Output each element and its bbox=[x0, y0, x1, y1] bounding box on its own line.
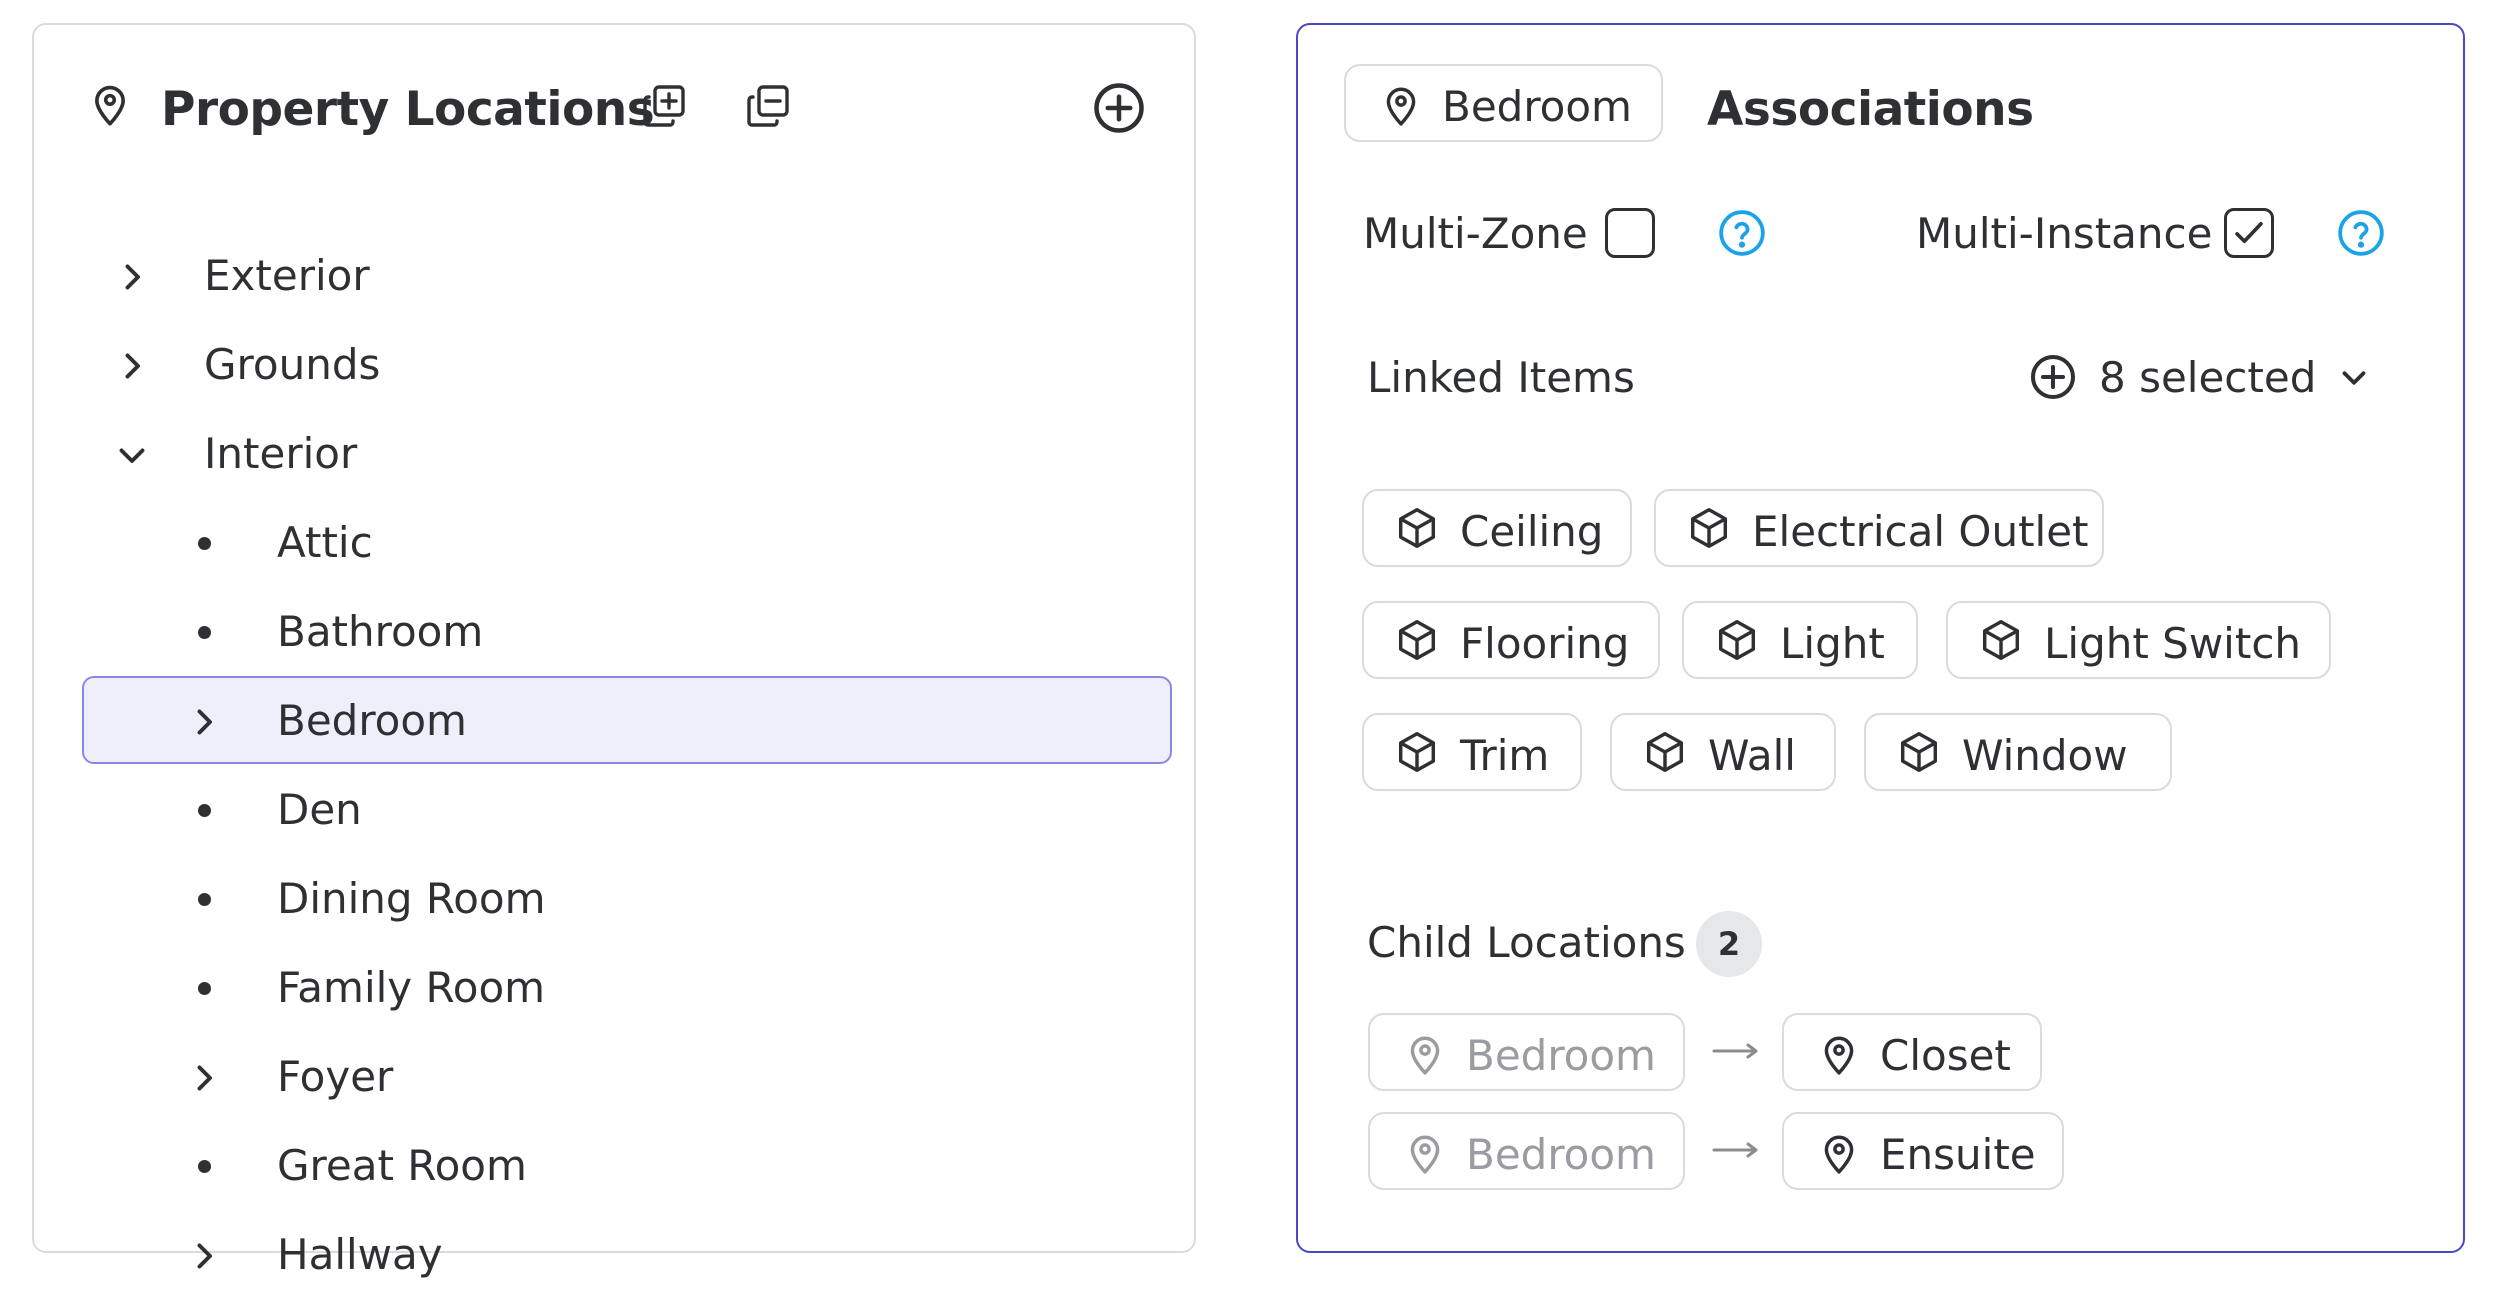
tree-item[interactable]: Attic bbox=[82, 498, 1172, 586]
linked-item-label: Flooring bbox=[1460, 619, 1630, 668]
tree-item[interactable]: Den bbox=[82, 765, 1172, 853]
cube-icon bbox=[1642, 729, 1688, 775]
bullet-icon bbox=[198, 626, 211, 639]
cube-icon bbox=[1394, 729, 1440, 775]
tree-item-label: Den bbox=[277, 785, 362, 834]
property-locations-panel: Property Locations Exterior Grounds Interi… bbox=[32, 23, 1196, 1279]
tree-item-label: Grounds bbox=[204, 340, 381, 389]
panel-title: Property Locations bbox=[161, 82, 655, 137]
tree-item-label: Hallway bbox=[277, 1230, 443, 1279]
chevron-right-icon[interactable] bbox=[114, 259, 150, 295]
tree-item-label: Bathroom bbox=[277, 607, 484, 656]
multi-zone-label: Multi-Zone bbox=[1363, 209, 1588, 258]
tree-item-label: Great Room bbox=[277, 1141, 527, 1190]
child-locations-label: Child Locations bbox=[1367, 918, 1686, 967]
chevron-right-icon[interactable] bbox=[186, 1238, 222, 1274]
bullet-icon bbox=[198, 893, 211, 906]
parent-location-label: Bedroom bbox=[1466, 1130, 1656, 1179]
collapse-all-icon[interactable] bbox=[744, 82, 792, 130]
add-circle-icon[interactable] bbox=[1092, 81, 1146, 135]
linked-item-label: Ceiling bbox=[1460, 507, 1604, 556]
bullet-icon bbox=[198, 982, 211, 995]
linked-items-label: Linked Items bbox=[1367, 353, 1635, 402]
linked-item-label: Window bbox=[1962, 731, 2128, 780]
chevron-right-icon[interactable] bbox=[186, 704, 222, 740]
chevron-down-icon[interactable] bbox=[114, 437, 150, 473]
chevron-right-icon[interactable] bbox=[186, 1060, 222, 1096]
tree-item[interactable]: Bathroom bbox=[82, 587, 1172, 675]
chevron-right-icon[interactable] bbox=[114, 348, 150, 384]
cube-icon bbox=[1978, 617, 2024, 663]
map-pin-icon bbox=[90, 81, 130, 127]
linked-item-chip[interactable]: Window bbox=[1864, 713, 2172, 791]
bullet-icon bbox=[198, 1160, 211, 1173]
parent-location-label: Bedroom bbox=[1466, 1031, 1656, 1080]
linked-item-label: Light Switch bbox=[2044, 619, 2302, 668]
linked-item-label: Electrical Outlet bbox=[1752, 507, 2089, 556]
tree-item[interactable]: Interior bbox=[82, 409, 1172, 497]
tree-item-label: Exterior bbox=[204, 251, 370, 300]
help-icon[interactable] bbox=[1717, 208, 1767, 258]
child-location-chip[interactable]: Closet bbox=[1782, 1013, 2042, 1091]
linked-item-chip[interactable]: Electrical Outlet bbox=[1654, 489, 2104, 567]
tree-item[interactable]: Family Room bbox=[82, 943, 1172, 1031]
linked-item-chip[interactable]: Trim bbox=[1362, 713, 1582, 791]
map-pin-icon bbox=[1406, 1131, 1444, 1175]
linked-item-chip[interactable]: Light bbox=[1682, 601, 1918, 679]
expand-all-icon[interactable] bbox=[640, 82, 688, 130]
cube-icon bbox=[1686, 505, 1732, 551]
map-pin-icon bbox=[1382, 83, 1420, 127]
help-icon[interactable] bbox=[2336, 208, 2386, 258]
cube-icon bbox=[1394, 617, 1440, 663]
tree-item-label: Bedroom bbox=[277, 696, 467, 745]
tree-item[interactable]: Hallway bbox=[82, 1210, 1172, 1298]
multi-instance-label: Multi-Instance bbox=[1916, 209, 2213, 258]
associations-title: Associations bbox=[1707, 82, 2034, 137]
tree-item[interactable]: Great Room bbox=[82, 1121, 1172, 1209]
cube-icon bbox=[1394, 505, 1440, 551]
map-pin-icon bbox=[1406, 1032, 1444, 1076]
selected-location-label: Bedroom bbox=[1442, 82, 1632, 131]
chevron-down-icon[interactable] bbox=[2335, 359, 2373, 397]
parent-location-chip: Bedroom bbox=[1368, 1112, 1685, 1190]
tree-item[interactable]: Exterior bbox=[82, 231, 1172, 319]
tree-item[interactable]: Dining Room bbox=[82, 854, 1172, 942]
child-location-label: Ensuite bbox=[1880, 1130, 2036, 1179]
map-pin-icon bbox=[1820, 1131, 1858, 1175]
linked-item-chip[interactable]: Wall bbox=[1610, 713, 1836, 791]
multi-zone-checkbox[interactable] bbox=[1605, 208, 1655, 258]
linked-item-label: Light bbox=[1780, 619, 1885, 668]
bullet-icon bbox=[198, 537, 211, 550]
tree-item[interactable]: Grounds bbox=[82, 320, 1172, 408]
linked-item-chip[interactable]: Light Switch bbox=[1946, 601, 2331, 679]
tree-item[interactable]: Foyer bbox=[82, 1032, 1172, 1120]
child-location-label: Closet bbox=[1880, 1031, 2011, 1080]
multi-instance-checkbox[interactable] bbox=[2224, 208, 2274, 258]
tree-item-label: Attic bbox=[277, 518, 373, 567]
tree-item-label: Interior bbox=[204, 429, 358, 478]
selected-location-chip: Bedroom bbox=[1344, 64, 1663, 142]
property-locations-header: Property Locations bbox=[34, 25, 1194, 155]
arrow-right-icon bbox=[1712, 1140, 1760, 1160]
associations-panel: Bedroom Associations Multi-Zone Multi-In… bbox=[1296, 23, 2465, 1253]
tree-item-label: Dining Room bbox=[277, 874, 546, 923]
child-locations-count-badge: 2 bbox=[1696, 911, 1762, 977]
linked-items-selected-count[interactable]: 8 selected bbox=[2099, 353, 2316, 402]
cube-icon bbox=[1896, 729, 1942, 775]
tree-item-label: Foyer bbox=[277, 1052, 394, 1101]
linked-item-label: Wall bbox=[1708, 731, 1796, 780]
map-pin-icon bbox=[1820, 1032, 1858, 1076]
linked-item-chip[interactable]: Ceiling bbox=[1362, 489, 1632, 567]
cube-icon bbox=[1714, 617, 1760, 663]
tree-item[interactable]: Bedroom bbox=[82, 676, 1172, 764]
tree-item-label: Family Room bbox=[277, 963, 546, 1012]
child-location-chip[interactable]: Ensuite bbox=[1782, 1112, 2064, 1190]
linked-item-label: Trim bbox=[1460, 731, 1550, 780]
parent-location-chip: Bedroom bbox=[1368, 1013, 1685, 1091]
add-circle-icon[interactable] bbox=[2029, 353, 2077, 401]
arrow-right-icon bbox=[1712, 1041, 1760, 1061]
linked-item-chip[interactable]: Flooring bbox=[1362, 601, 1660, 679]
bullet-icon bbox=[198, 804, 211, 817]
